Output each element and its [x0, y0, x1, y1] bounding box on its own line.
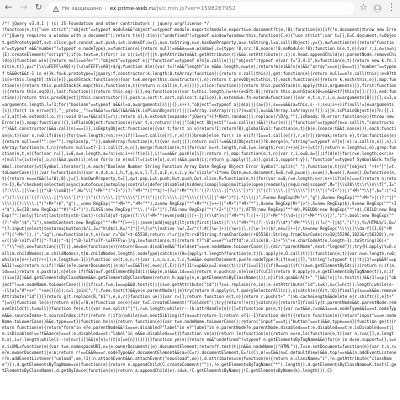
source-code-text: /*! jQuery v3.4.1 | (c) JS Foundation an…	[2, 21, 397, 374]
reload-icon[interactable]: ↻	[33, 3, 44, 14]
page-content: /*! jQuery v3.4.1 | (c) JS Foundation an…	[0, 18, 400, 400]
url-path: /js/c.min.js?ver=1598287952	[154, 5, 236, 12]
browser-toolbar: ← → ↻ Не защищено | ex.prime-web.ru/js/c…	[0, 0, 400, 18]
arrow-left-icon[interactable]: ←	[3, 3, 14, 14]
address-bar[interactable]: Не защищено | ex.prime-web.ru/js/c.min.j…	[48, 2, 354, 15]
more-vert-icon[interactable]: ⋮	[386, 3, 397, 14]
warning-icon[interactable]	[53, 5, 59, 12]
security-label[interactable]: Не защищено	[62, 6, 102, 12]
address-separator: |	[104, 5, 107, 12]
url-host: ex.prime-web.ru	[109, 5, 155, 12]
avatar-icon[interactable]	[372, 3, 383, 14]
star-icon[interactable]: ☆	[358, 3, 369, 14]
url-text[interactable]: ex.prime-web.ru/js/c.min.js?ver=15982879…	[110, 6, 236, 12]
arrow-right-icon[interactable]: →	[18, 3, 29, 14]
toolbar-actions: ☆ ⋮	[358, 3, 397, 14]
